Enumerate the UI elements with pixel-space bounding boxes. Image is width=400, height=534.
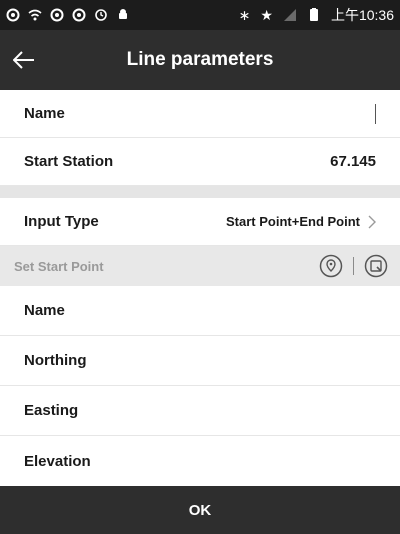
app-icon [50,8,64,22]
easting-field[interactable]: Easting [0,386,400,436]
wifi-icon [28,9,42,21]
elevation-field[interactable]: Elevation [0,436,400,486]
set-start-point-header: Set Start Point [0,246,400,286]
northing-field[interactable]: Northing [0,336,400,386]
icon-divider [353,257,354,275]
back-button[interactable] [0,30,48,90]
bluetooth-icon: ∗ [238,6,251,23]
name-label: Name [24,105,65,122]
input-type-value: Start Point+End Point [226,214,360,229]
start-station-label: Start Station [24,153,114,170]
star-icon: ★ [260,6,273,23]
point-name-field[interactable]: Name [0,286,400,336]
easting-label: Easting [24,402,79,419]
text-cursor [374,103,376,124]
set-start-point-label: Set Start Point [14,258,104,274]
input-type-label: Input Type [24,213,99,230]
start-station-field[interactable]: Start Station 67.145 [0,138,400,186]
status-bar: ∗ ★ 上午10:36 [0,0,400,30]
app-icon [72,8,86,22]
start-station-value: 67.145 [330,153,376,170]
title-bar: Line parameters [0,30,400,90]
battery-icon [309,8,318,21]
android-icon [119,9,127,19]
northing-label: Northing [24,352,87,369]
arrow-left-icon [13,51,34,69]
page-title: Line parameters [126,49,274,70]
app-icon [6,8,20,22]
location-pin-icon[interactable] [319,254,343,278]
map-select-icon[interactable] [364,254,388,278]
sync-icon [95,9,107,21]
chevron-right-icon [368,215,376,228]
ok-button[interactable]: OK [0,486,400,534]
signal-icon [283,9,296,21]
name-field[interactable]: Name [0,90,400,138]
elevation-label: Elevation [24,452,91,470]
status-time: 上午10:36 [330,7,394,23]
point-name-label: Name [24,302,65,319]
section-gap [0,186,400,198]
input-type-selector[interactable]: Input Type Start Point+End Point [0,198,400,246]
